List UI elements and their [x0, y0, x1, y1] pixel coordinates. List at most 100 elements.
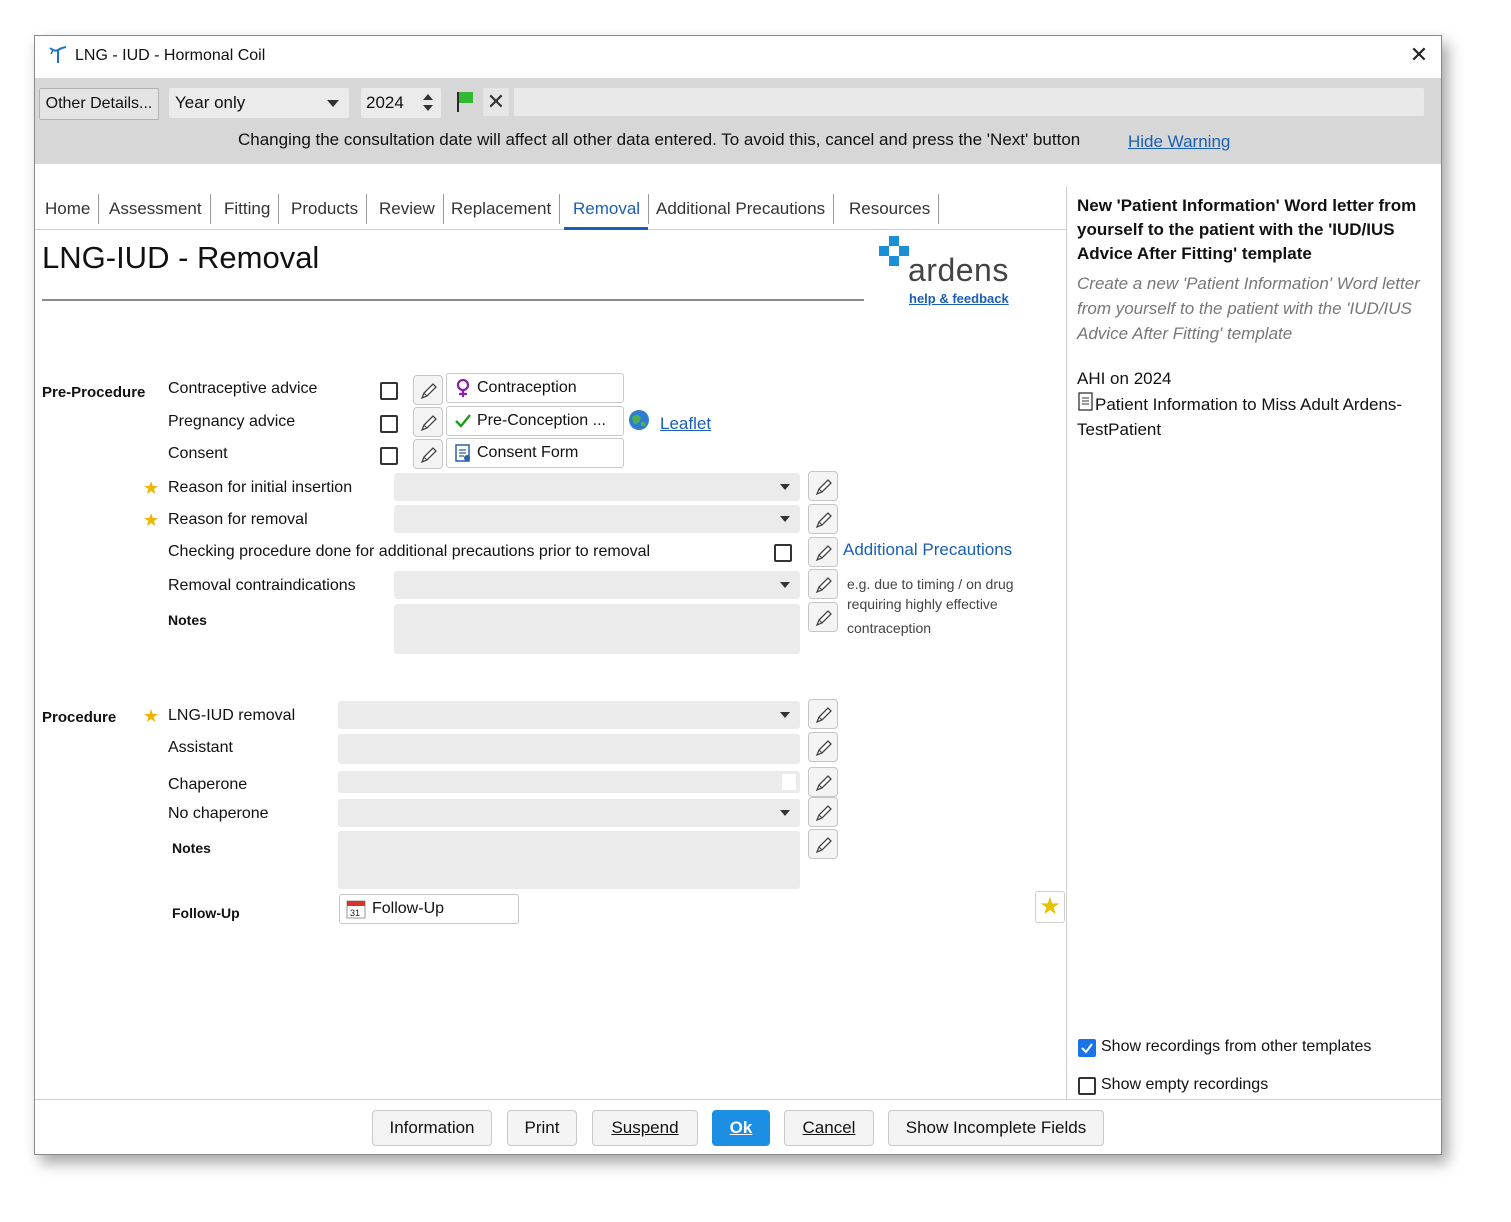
pencil-icon	[815, 577, 832, 594]
reason-initial-dropdown[interactable]	[394, 473, 800, 501]
leaflet-link[interactable]: Leaflet	[660, 414, 711, 434]
window-title: LNG - IUD - Hormonal Coil	[75, 47, 266, 64]
tab-fitting[interactable]: Fitting	[216, 194, 280, 224]
contraception-button[interactable]: Contraception	[446, 373, 624, 403]
consultation-toolbar: Other Details... Year only 2024 ✕ Changi…	[35, 78, 1441, 164]
contraceptive-advice-edit[interactable]	[413, 375, 443, 405]
removal-contraindications-dropdown[interactable]	[394, 571, 800, 599]
pregnancy-advice-label: Pregnancy advice	[168, 413, 296, 430]
main-content: Home Assessment Fitting Products Review …	[35, 164, 1441, 1154]
checkmark-icon	[455, 414, 471, 428]
reason-removal-dropdown[interactable]	[394, 505, 800, 533]
checking-procedure-edit[interactable]	[808, 537, 838, 567]
cancel-button[interactable]: Cancel	[784, 1110, 874, 1146]
no-chaperone-dropdown[interactable]	[338, 799, 800, 827]
flag-icon[interactable]	[453, 88, 479, 116]
procedure-notes-edit[interactable]	[808, 829, 838, 859]
pencil-icon	[815, 837, 832, 854]
date-mode-select[interactable]: Year only	[169, 88, 349, 118]
chevron-down-icon	[780, 582, 790, 588]
recording-entry-text: Patient Information to Miss Adult Ardens…	[1077, 395, 1403, 439]
dialog-window: LNG - IUD - Hormonal Coil ✕ Other Detail…	[34, 35, 1442, 1155]
pre-conception-label: Pre-Conception ...	[477, 412, 606, 429]
recording-entry[interactable]: Patient Information to Miss Adult Ardens…	[1077, 392, 1417, 442]
pencil-icon	[815, 610, 832, 627]
spin-down-icon[interactable]	[423, 105, 433, 111]
tab-removal[interactable]: Removal	[565, 194, 650, 224]
checking-procedure-checkbox[interactable]	[774, 544, 792, 562]
contraindications-hint-1: e.g. due to timing / on drug	[847, 576, 1014, 592]
contraceptive-advice-checkbox[interactable]	[380, 382, 398, 400]
information-button[interactable]: Information	[372, 1110, 492, 1146]
show-empty-recordings-checkbox[interactable]	[1078, 1077, 1096, 1095]
pencil-icon	[815, 775, 832, 792]
tab-assessment[interactable]: Assessment	[101, 194, 211, 224]
chaperone-field[interactable]	[338, 771, 800, 793]
pregnancy-advice-edit[interactable]	[413, 407, 443, 437]
reason-initial-edit[interactable]	[808, 471, 838, 501]
show-incomplete-fields-button[interactable]: Show Incomplete Fields	[888, 1110, 1104, 1146]
spin-up-icon[interactable]	[423, 94, 433, 100]
globe-icon	[629, 410, 649, 430]
close-icon[interactable]: ✕	[1407, 44, 1431, 68]
additional-precautions-link[interactable]: Additional Precautions	[843, 540, 1012, 560]
consultation-field[interactable]	[514, 88, 1424, 116]
star-icon: ★	[143, 478, 160, 498]
female-symbol-icon	[456, 378, 470, 397]
print-button[interactable]: Print	[507, 1110, 577, 1146]
footer-divider	[35, 1099, 1441, 1100]
tab-review[interactable]: Review	[371, 194, 444, 224]
year-spinner[interactable]: 2024	[361, 88, 441, 118]
pre-procedure-notes-edit[interactable]	[808, 602, 838, 632]
show-other-templates-checkbox[interactable]	[1078, 1039, 1096, 1057]
removal-contraindications-edit[interactable]	[808, 569, 838, 599]
pre-conception-button[interactable]: Pre-Conception ...	[446, 406, 624, 436]
consent-edit[interactable]	[413, 439, 443, 469]
favourite-star-button[interactable]: ★	[1035, 891, 1065, 923]
date-warning: Changing the consultation date will affe…	[238, 130, 1081, 149]
date-mode-value: Year only	[175, 93, 246, 112]
tab-bar: Home Assessment Fitting Products Review …	[35, 186, 1067, 230]
tab-replacement[interactable]: Replacement	[443, 194, 561, 224]
no-chaperone-edit[interactable]	[808, 797, 838, 827]
checking-procedure-label: Checking procedure done for additional p…	[168, 543, 651, 560]
tab-products[interactable]: Products	[283, 194, 368, 224]
active-tab-indicator	[564, 227, 648, 230]
tab-additional-precautions[interactable]: Additional Precautions	[648, 194, 835, 224]
tab-resources[interactable]: Resources	[841, 194, 940, 224]
removal-contraindications-label: Removal contraindications	[168, 577, 356, 594]
procedure-notes-field[interactable]	[338, 831, 800, 889]
assistant-field[interactable]	[338, 734, 800, 764]
consent-form-button[interactable]: Consent Form	[446, 438, 624, 468]
consent-checkbox[interactable]	[380, 447, 398, 465]
pencil-icon	[815, 707, 832, 724]
pre-procedure-notes-field[interactable]	[394, 604, 800, 654]
help-feedback-link[interactable]: help & feedback	[909, 291, 1009, 306]
pre-procedure-notes-label: Notes	[168, 612, 207, 628]
hide-warning-link[interactable]: Hide Warning	[1128, 132, 1230, 152]
reason-initial-label: Reason for initial insertion	[168, 479, 353, 496]
page-title: LNG-IUD - Removal	[42, 240, 320, 275]
chaperone-edit[interactable]	[808, 767, 838, 797]
follow-up-label: Follow-Up	[172, 905, 240, 921]
assistant-label: Assistant	[168, 739, 233, 756]
chevron-down-icon	[780, 810, 790, 816]
chevron-down-icon	[780, 516, 790, 522]
pre-procedure-heading: Pre-Procedure	[42, 384, 146, 401]
other-details-button[interactable]: Other Details...	[39, 88, 159, 120]
tab-home[interactable]: Home	[37, 194, 100, 224]
lng-iud-removal-edit[interactable]	[808, 699, 838, 729]
title-bar: LNG - IUD - Hormonal Coil ✕	[35, 36, 1441, 78]
procedure-notes-label: Notes	[172, 840, 211, 856]
follow-up-button-label: Follow-Up	[372, 900, 445, 917]
ok-button[interactable]: Ok	[712, 1110, 770, 1146]
pregnancy-advice-checkbox[interactable]	[380, 415, 398, 433]
reason-removal-edit[interactable]	[808, 504, 838, 534]
assistant-edit[interactable]	[808, 732, 838, 762]
procedure-heading: Procedure	[42, 709, 117, 726]
app-icon	[49, 46, 67, 63]
suspend-button[interactable]: Suspend	[592, 1110, 698, 1146]
follow-up-button[interactable]: 31 Follow-Up	[339, 894, 519, 924]
lng-iud-removal-dropdown[interactable]	[338, 701, 800, 729]
clear-icon[interactable]: ✕	[483, 88, 509, 116]
